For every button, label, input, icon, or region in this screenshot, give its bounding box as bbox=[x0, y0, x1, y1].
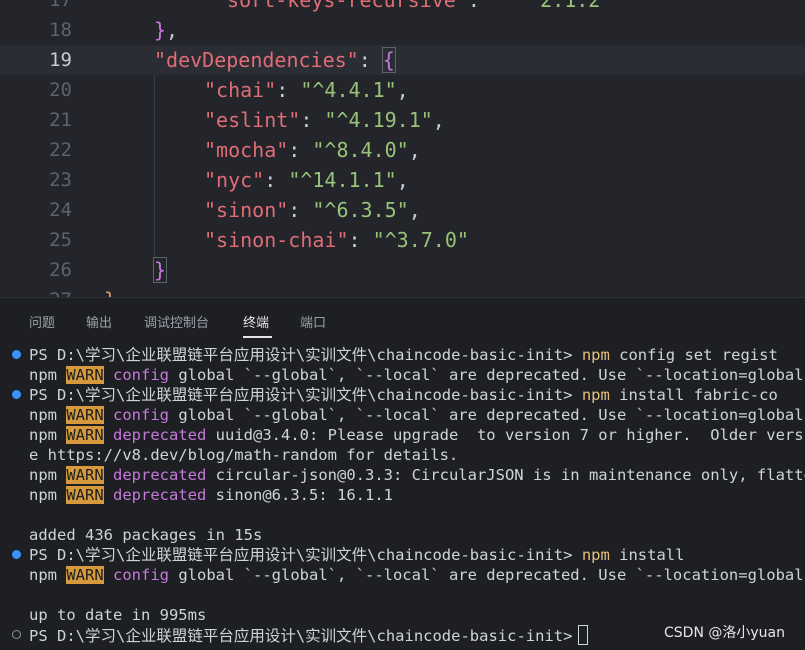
line-number: 27 bbox=[0, 285, 72, 297]
panel-tabs: 问题 输出 调试控制台 终端 端口 bbox=[0, 298, 805, 340]
command-decoration-icon[interactable] bbox=[12, 350, 21, 359]
cursor-icon bbox=[578, 625, 589, 645]
tab-output[interactable]: 输出 bbox=[86, 312, 112, 331]
command-decoration-icon[interactable] bbox=[12, 390, 21, 399]
tab-terminal[interactable]: 终端 bbox=[243, 312, 269, 331]
terminal-line: npm WARN config global `--global`, `--lo… bbox=[29, 406, 805, 424]
code-line: "mocha": "^8.4.0", bbox=[204, 138, 421, 162]
line-number-active: 19 bbox=[49, 49, 72, 71]
indent-guide bbox=[154, 75, 155, 255]
command-decoration-icon[interactable] bbox=[12, 550, 21, 559]
line-number: 23 bbox=[49, 169, 72, 191]
code-line: } bbox=[152, 257, 168, 283]
terminal-line: added 436 packages in 15s bbox=[29, 526, 263, 544]
code-line: "sort-keys-recursive": "2.1.2" bbox=[215, 0, 613, 12]
terminal-line: npm WARN deprecated circular-json@0.3.3:… bbox=[29, 466, 805, 484]
code-line: "nyc": "^14.1.1", bbox=[204, 168, 409, 192]
terminal-line: npm WARN config global `--global`, `--lo… bbox=[29, 566, 805, 584]
code-editor[interactable]: 17 18 19 20 21 22 23 24 25 26 27 "sort-k… bbox=[0, 0, 805, 297]
tab-debug-console[interactable]: 调试控制台 bbox=[144, 312, 209, 331]
code-line: "sinon": "^6.3.5", bbox=[204, 198, 421, 222]
terminal-line: PS D:\学习\企业联盟链平台应用设计\实训文件\chaincode-basi… bbox=[29, 346, 778, 364]
active-tab-indicator bbox=[243, 336, 272, 338]
command-decoration-empty-icon[interactable] bbox=[12, 630, 21, 639]
current-line-highlight bbox=[0, 45, 805, 75]
line-number: 26 bbox=[49, 259, 72, 281]
line-number: 18 bbox=[49, 19, 72, 41]
terminal-line: npm WARN deprecated sinon@6.3.5: 16.1.1 bbox=[29, 486, 393, 504]
code-line: "sinon-chai": "^3.7.0" bbox=[204, 228, 469, 252]
tab-ports[interactable]: 端口 bbox=[300, 312, 326, 331]
terminal-line: up to date in 995ms bbox=[29, 606, 207, 624]
line-number: 21 bbox=[49, 109, 72, 131]
watermark: CSDN @洛小yuan bbox=[664, 625, 785, 641]
bottom-panel: 问题 输出 调试控制台 终端 端口 PS D:\学习\企业联盟链平台应用设计\实… bbox=[0, 297, 805, 650]
line-number: 17 bbox=[49, 0, 72, 11]
terminal-line: npm WARN config global `--global`, `--lo… bbox=[29, 366, 805, 384]
tab-problems[interactable]: 问题 bbox=[29, 312, 55, 331]
line-number: 22 bbox=[49, 139, 72, 161]
terminal-line: PS D:\学习\企业联盟链平台应用设计\实训文件\chaincode-basi… bbox=[29, 386, 778, 404]
code-line: }, bbox=[154, 18, 179, 42]
code-line: "eslint": "^4.19.1", bbox=[204, 108, 445, 132]
code-line: "devDependencies": { bbox=[154, 47, 396, 73]
terminal-prompt-line[interactable]: PS D:\学习\企业联盟链平台应用设计\实训文件\chaincode-basi… bbox=[29, 625, 589, 646]
terminal-line: PS D:\学习\企业联盟链平台应用设计\实训文件\chaincode-basi… bbox=[29, 546, 685, 564]
code-line: } bbox=[104, 285, 116, 297]
terminal-line: npm WARN deprecated uuid@3.4.0: Please u… bbox=[29, 426, 805, 444]
code-line: "chai": "^4.4.1", bbox=[204, 78, 409, 102]
terminal-line: e https://v8.dev/blog/math-random for de… bbox=[29, 446, 459, 464]
line-number: 24 bbox=[49, 199, 72, 221]
line-number: 20 bbox=[49, 79, 72, 101]
line-number: 25 bbox=[49, 229, 72, 251]
